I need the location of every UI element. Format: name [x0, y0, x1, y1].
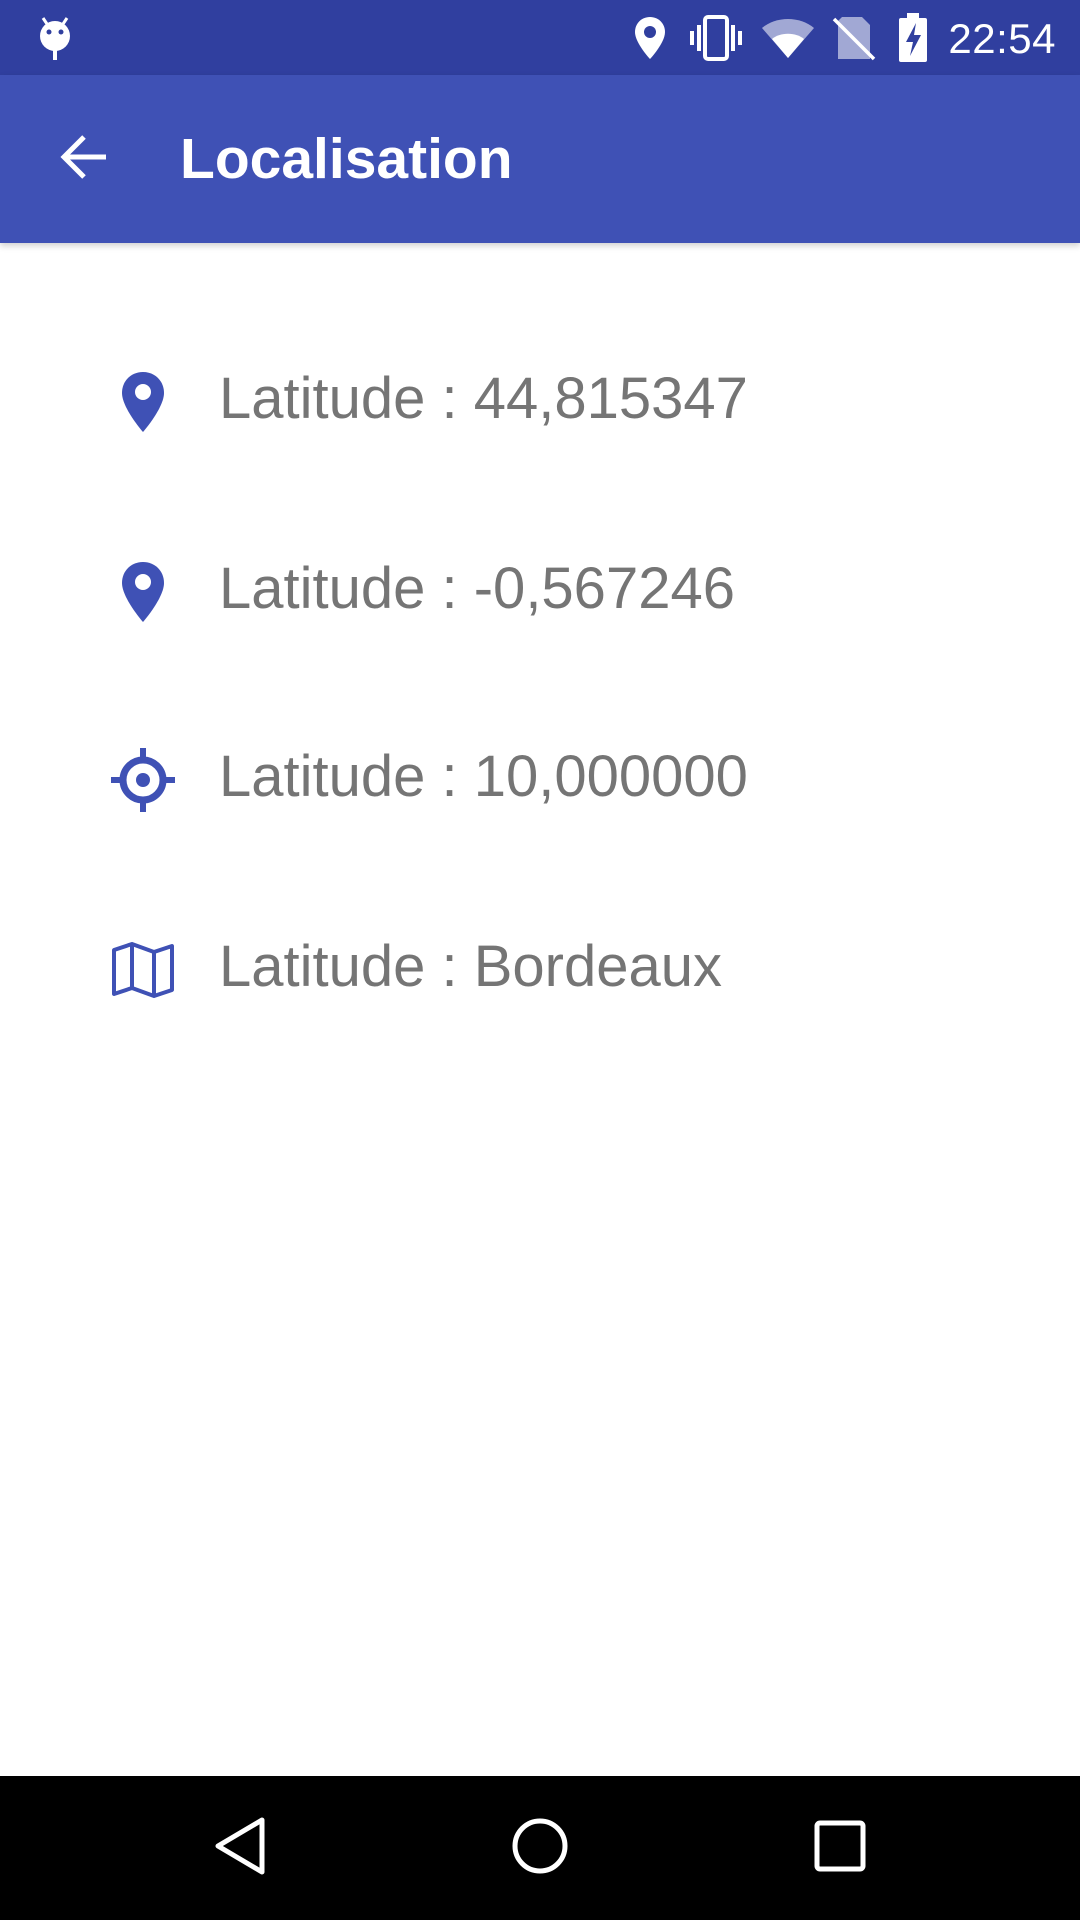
back-button[interactable] [42, 117, 126, 201]
list-item: Latitude : Bordeaux [0, 912, 1080, 1022]
no-sim-icon [832, 12, 876, 64]
nav-recents-button[interactable] [790, 1798, 890, 1898]
map-pin-icon [108, 557, 178, 627]
page-title: Localisation [180, 127, 513, 191]
recents-square-icon [812, 1818, 868, 1879]
location-icon [630, 12, 670, 64]
wifi-icon [760, 12, 816, 64]
battery-charging-icon [896, 12, 930, 64]
list-item: Latitude : -0,567246 [0, 534, 1080, 644]
map-pin-icon [108, 367, 178, 437]
back-triangle-icon [212, 1816, 268, 1881]
status-time: 22:54 [948, 15, 1056, 62]
status-bar: 22:54 [0, 0, 1080, 75]
accuracy-label: Latitude : 10,000000 [219, 744, 748, 809]
navigation-bar [0, 1776, 1080, 1920]
screen: 22:54 Localisation Latitude : 44,815347 [0, 0, 1080, 1920]
longitude-label: Latitude : -0,567246 [219, 556, 735, 621]
home-circle-icon [510, 1816, 570, 1881]
arrow-back-icon [58, 131, 110, 188]
latitude-label: Latitude : 44,815347 [219, 366, 748, 431]
android-debug-icon [34, 12, 76, 64]
list-item: Latitude : 44,815347 [0, 344, 1080, 454]
list-item: Latitude : 10,000000 [0, 722, 1080, 832]
city-label: Latitude : Bordeaux [219, 934, 723, 999]
map-icon [108, 935, 178, 1005]
vibrate-icon [688, 12, 744, 64]
crosshairs-gps-icon [108, 745, 178, 815]
nav-home-button[interactable] [490, 1798, 590, 1898]
nav-back-button[interactable] [190, 1798, 290, 1898]
app-bar: Localisation [0, 75, 1080, 243]
